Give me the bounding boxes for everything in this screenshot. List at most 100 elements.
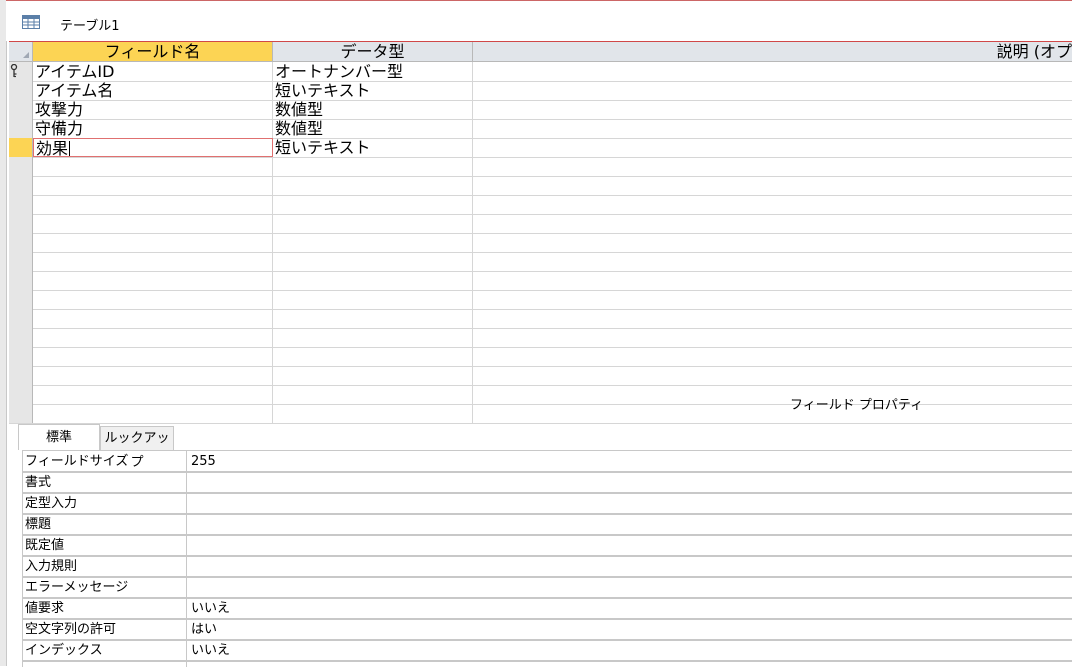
document-tab[interactable]: テーブル1 — [6, 5, 1072, 41]
row-selector[interactable] — [9, 309, 33, 328]
data-type-cell[interactable]: オートナンバー型 — [273, 62, 473, 81]
row-selector[interactable] — [9, 347, 33, 366]
field-name-cell[interactable]: 効果 — [33, 138, 273, 157]
property-row[interactable]: 値要求 いいえ — [22, 598, 1072, 620]
table-design-grid[interactable]: フィールド名 データ型 説明 (オプ アイテムID オートナンバー型 アイテム名 短い… — [9, 41, 1072, 424]
data-type-cell[interactable]: 数値型 — [273, 119, 473, 138]
row-selector[interactable] — [9, 157, 33, 176]
table-row[interactable] — [9, 252, 1072, 272]
table-row[interactable]: 守備力 数値型 — [9, 119, 1072, 139]
description-cell[interactable] — [473, 233, 1072, 252]
row-selector[interactable] — [9, 252, 33, 271]
data-type-cell[interactable] — [273, 404, 473, 423]
property-row[interactable]: フィールドサイズ 255 — [22, 451, 1072, 473]
row-selector[interactable] — [9, 195, 33, 214]
field-name-cell[interactable] — [33, 328, 273, 347]
description-cell[interactable] — [473, 81, 1072, 100]
description-cell[interactable] — [473, 119, 1072, 138]
table-row[interactable] — [9, 347, 1072, 367]
property-row[interactable] — [22, 661, 1072, 667]
data-type-cell[interactable] — [273, 252, 473, 271]
tab-general[interactable]: 標準 — [18, 424, 100, 450]
row-selector[interactable] — [9, 81, 33, 100]
description-cell[interactable] — [473, 290, 1072, 309]
property-row[interactable]: 空文字列の許可 はい — [22, 619, 1072, 641]
field-name-cell[interactable] — [33, 404, 273, 423]
column-header-description[interactable]: 説明 (オプ — [473, 42, 1072, 61]
description-cell[interactable] — [473, 347, 1072, 366]
column-header-data-type[interactable]: データ型 — [273, 42, 473, 61]
table-row[interactable]: 攻撃力 数値型 — [9, 100, 1072, 120]
data-type-cell[interactable] — [273, 328, 473, 347]
table-row[interactable]: アイテム名 短いテキスト — [9, 81, 1072, 101]
property-row[interactable]: インデックス いいえ — [22, 640, 1072, 662]
table-row[interactable]: 効果 短いテキスト — [9, 138, 1072, 158]
property-row[interactable]: 入力規則 — [22, 556, 1072, 578]
table-row[interactable] — [9, 195, 1072, 215]
row-selector[interactable] — [9, 290, 33, 309]
table-row[interactable]: アイテムID オートナンバー型 — [9, 62, 1072, 82]
data-type-cell[interactable] — [273, 366, 473, 385]
table-row[interactable] — [9, 233, 1072, 253]
description-cell[interactable] — [473, 309, 1072, 328]
description-cell[interactable] — [473, 252, 1072, 271]
data-type-cell[interactable] — [273, 157, 473, 176]
description-cell[interactable] — [473, 328, 1072, 347]
data-type-cell[interactable]: 数値型 — [273, 100, 473, 119]
column-header-field-name[interactable]: フィールド名 — [33, 42, 273, 61]
property-value[interactable] — [188, 556, 1072, 576]
table-row[interactable] — [9, 366, 1072, 386]
field-name-cell[interactable] — [33, 366, 273, 385]
field-name-cell[interactable] — [33, 252, 273, 271]
description-cell[interactable] — [473, 404, 1072, 423]
description-cell[interactable] — [473, 214, 1072, 233]
row-selector[interactable] — [9, 328, 33, 347]
table-row[interactable] — [9, 157, 1072, 177]
data-type-cell[interactable] — [273, 309, 473, 328]
field-name-cell[interactable]: アイテム名 — [33, 81, 273, 100]
table-row[interactable] — [9, 176, 1072, 196]
property-value[interactable] — [188, 493, 1072, 513]
row-selector[interactable] — [9, 404, 33, 423]
description-cell[interactable] — [473, 176, 1072, 195]
property-value[interactable]: いいえ — [188, 598, 1072, 618]
description-cell[interactable] — [473, 271, 1072, 290]
property-row[interactable]: エラーメッセージ — [22, 577, 1072, 599]
row-selector[interactable] — [9, 214, 33, 233]
table-row[interactable] — [9, 271, 1072, 291]
data-type-cell[interactable]: 短いテキスト — [273, 138, 473, 157]
description-cell[interactable] — [473, 366, 1072, 385]
description-cell[interactable] — [473, 138, 1072, 157]
select-all-corner[interactable] — [9, 42, 33, 61]
field-name-cell[interactable] — [33, 271, 273, 290]
property-row[interactable]: 既定値 — [22, 535, 1072, 557]
field-name-cell[interactable] — [33, 385, 273, 404]
data-type-cell[interactable] — [273, 195, 473, 214]
description-cell[interactable] — [473, 195, 1072, 214]
property-value[interactable] — [188, 472, 1072, 492]
property-row[interactable]: 定型入力 — [22, 493, 1072, 515]
field-name-cell[interactable] — [33, 176, 273, 195]
description-cell[interactable] — [473, 385, 1072, 404]
data-type-cell[interactable] — [273, 290, 473, 309]
table-row[interactable] — [9, 214, 1072, 234]
property-value[interactable] — [188, 514, 1072, 534]
row-selector[interactable] — [9, 233, 33, 252]
description-cell[interactable] — [473, 100, 1072, 119]
field-name-cell[interactable] — [33, 309, 273, 328]
description-cell[interactable] — [473, 157, 1072, 176]
property-value[interactable] — [188, 577, 1072, 597]
field-name-cell[interactable] — [33, 214, 273, 233]
data-type-cell[interactable]: 短いテキスト — [273, 81, 473, 100]
row-selector[interactable] — [9, 138, 33, 157]
field-name-cell[interactable] — [33, 157, 273, 176]
data-type-cell[interactable] — [273, 385, 473, 404]
row-selector[interactable] — [9, 366, 33, 385]
property-row[interactable]: 標題 — [22, 514, 1072, 536]
row-selector[interactable] — [9, 176, 33, 195]
row-selector[interactable] — [9, 385, 33, 404]
property-row[interactable]: 書式 — [22, 472, 1072, 494]
row-selector[interactable] — [9, 100, 33, 119]
description-cell[interactable] — [473, 62, 1072, 81]
table-row[interactable] — [9, 328, 1072, 348]
